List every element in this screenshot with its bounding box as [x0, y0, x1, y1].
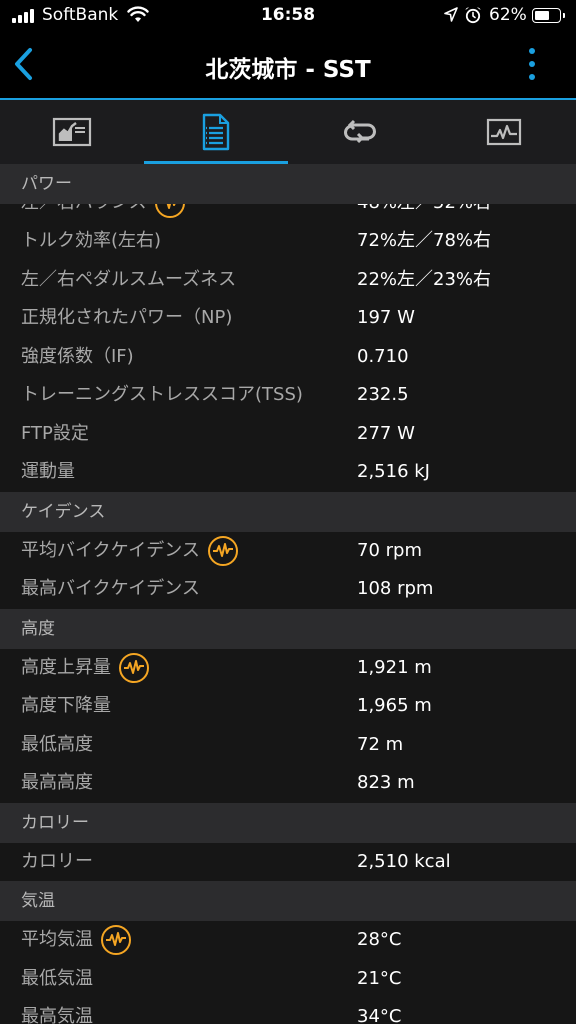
navigation-header: 北茨城市 - SST [0, 32, 576, 98]
stat-value: 1,965 m [357, 695, 432, 716]
stat-value: 2,516 kJ [357, 461, 430, 482]
stat-value: 48%左／52%右 [357, 204, 491, 222]
section-header-cadence: ケイデンス [0, 491, 576, 532]
stat-value: 72%左／78%右 [357, 230, 492, 251]
stat-label: 平均バイクケイデンス [21, 532, 238, 571]
stat-value: 0.710 [357, 345, 409, 367]
stat-row: 左／右ペダルスムーズネス 22%左／23%右 [0, 260, 576, 299]
stat-value: 70 rpm [357, 539, 422, 561]
tab-stats[interactable] [144, 100, 288, 164]
laps-loop-icon [344, 119, 376, 144]
stat-value: 28°C [357, 929, 402, 950]
page-title: 北茨城市 - SST [205, 57, 371, 83]
stat-label: 正規化されたパワー（NP) [21, 307, 233, 328]
chart-summary-icon [52, 117, 92, 147]
stats-list[interactable]: パワー 左／右バランス 48%左／52%右 トルク効率(左右) 72%左／78%… [0, 164, 576, 1024]
stat-row: トルク効率(左右) 72%左／78%右 [0, 222, 576, 261]
stat-row: 最低高度 72 m [0, 725, 576, 764]
stat-value: 108 rpm [357, 578, 434, 599]
stat-label: 左／右ペダルスムーズネス [21, 268, 237, 290]
stat-row: 平均気温 28°C [0, 921, 576, 960]
chart-badge-icon[interactable] [101, 925, 131, 956]
stat-label: 最高バイクケイデンス [21, 578, 200, 599]
stat-label: 最低高度 [21, 733, 93, 755]
stat-row: 最低気温 21°C [0, 959, 576, 998]
stat-label: カロリー [21, 850, 93, 872]
stat-row: 最高バイクケイデンス 108 rpm [0, 570, 576, 609]
stat-row: 強度係数（IF) 0.710 [0, 337, 576, 376]
stat-value: 21°C [357, 967, 402, 989]
stat-label: 高度下降量 [21, 695, 111, 716]
stat-value: 823 m [357, 772, 415, 793]
stat-label: 高度上昇量 [21, 649, 149, 688]
stat-value: 72 m [357, 733, 404, 755]
stat-row: トレーニングストレススコア(TSS) 232.5 [0, 376, 576, 415]
stat-value: 232.5 [357, 384, 409, 405]
section-header-elevation: 高度 [0, 608, 576, 649]
tab-summary[interactable] [0, 100, 144, 164]
section-header-temperature: 気温 [0, 881, 576, 921]
stat-value: 197 W [357, 307, 415, 328]
stat-row: 平均バイクケイデンス 70 rpm [0, 531, 576, 571]
stat-label: トレーニングストレススコア(TSS) [21, 384, 303, 405]
more-options-icon[interactable] [524, 46, 540, 82]
stat-value: 34°C [357, 1006, 402, 1024]
stat-row: 運動量 2,516 kJ [0, 453, 576, 492]
stat-row: 高度下降量 1,965 m [0, 687, 576, 726]
stat-row: 正規化されたパワー（NP) 197 W [0, 299, 576, 338]
stat-label: トルク効率(左右) [21, 230, 162, 251]
stat-value: 277 W [357, 422, 415, 444]
alarm-clock-icon [464, 6, 482, 28]
stat-label: 平均気温 [21, 921, 131, 960]
chart-badge-icon[interactable] [154, 204, 185, 219]
section-header-power: パワー [0, 164, 576, 204]
stat-label: 最高高度 [21, 772, 93, 793]
location-arrow-icon [444, 7, 458, 26]
stat-value: 1,921 m [357, 656, 432, 678]
battery-percentage: 62% [489, 5, 527, 25]
stat-label: 最低気温 [21, 967, 93, 989]
stat-row: 最高気温 34°C [0, 998, 576, 1024]
tab-graphs[interactable] [432, 100, 576, 164]
stat-label: 左／右バランス [21, 204, 185, 222]
battery-icon [532, 8, 565, 23]
stat-row: カロリー 2,510 kcal [0, 842, 576, 881]
stat-row: 最高高度 823 m [0, 764, 576, 803]
chart-badge-icon[interactable] [207, 535, 238, 566]
section-header-calories: カロリー [0, 802, 576, 843]
stat-label: 最高気温 [21, 1006, 93, 1024]
stats-document-icon [202, 113, 230, 151]
stat-row: 高度上昇量 1,921 m [0, 648, 576, 688]
stat-value: 2,510 kcal [357, 850, 451, 872]
status-bar: SoftBank 16:58 62% [0, 0, 576, 32]
tab-laps[interactable] [288, 100, 432, 164]
stat-label: 運動量 [21, 461, 75, 482]
graph-monitor-icon [486, 118, 522, 146]
stat-label: 強度係数（IF) [21, 345, 134, 367]
stat-row-lr-balance: 左／右バランス 48%左／52%右 [0, 204, 576, 222]
stat-row: FTP設定 277 W [0, 414, 576, 453]
stat-label: FTP設定 [21, 422, 89, 444]
stat-value: 22%左／23%右 [357, 268, 492, 290]
tab-bar [0, 100, 576, 164]
chart-badge-icon[interactable] [119, 652, 149, 683]
